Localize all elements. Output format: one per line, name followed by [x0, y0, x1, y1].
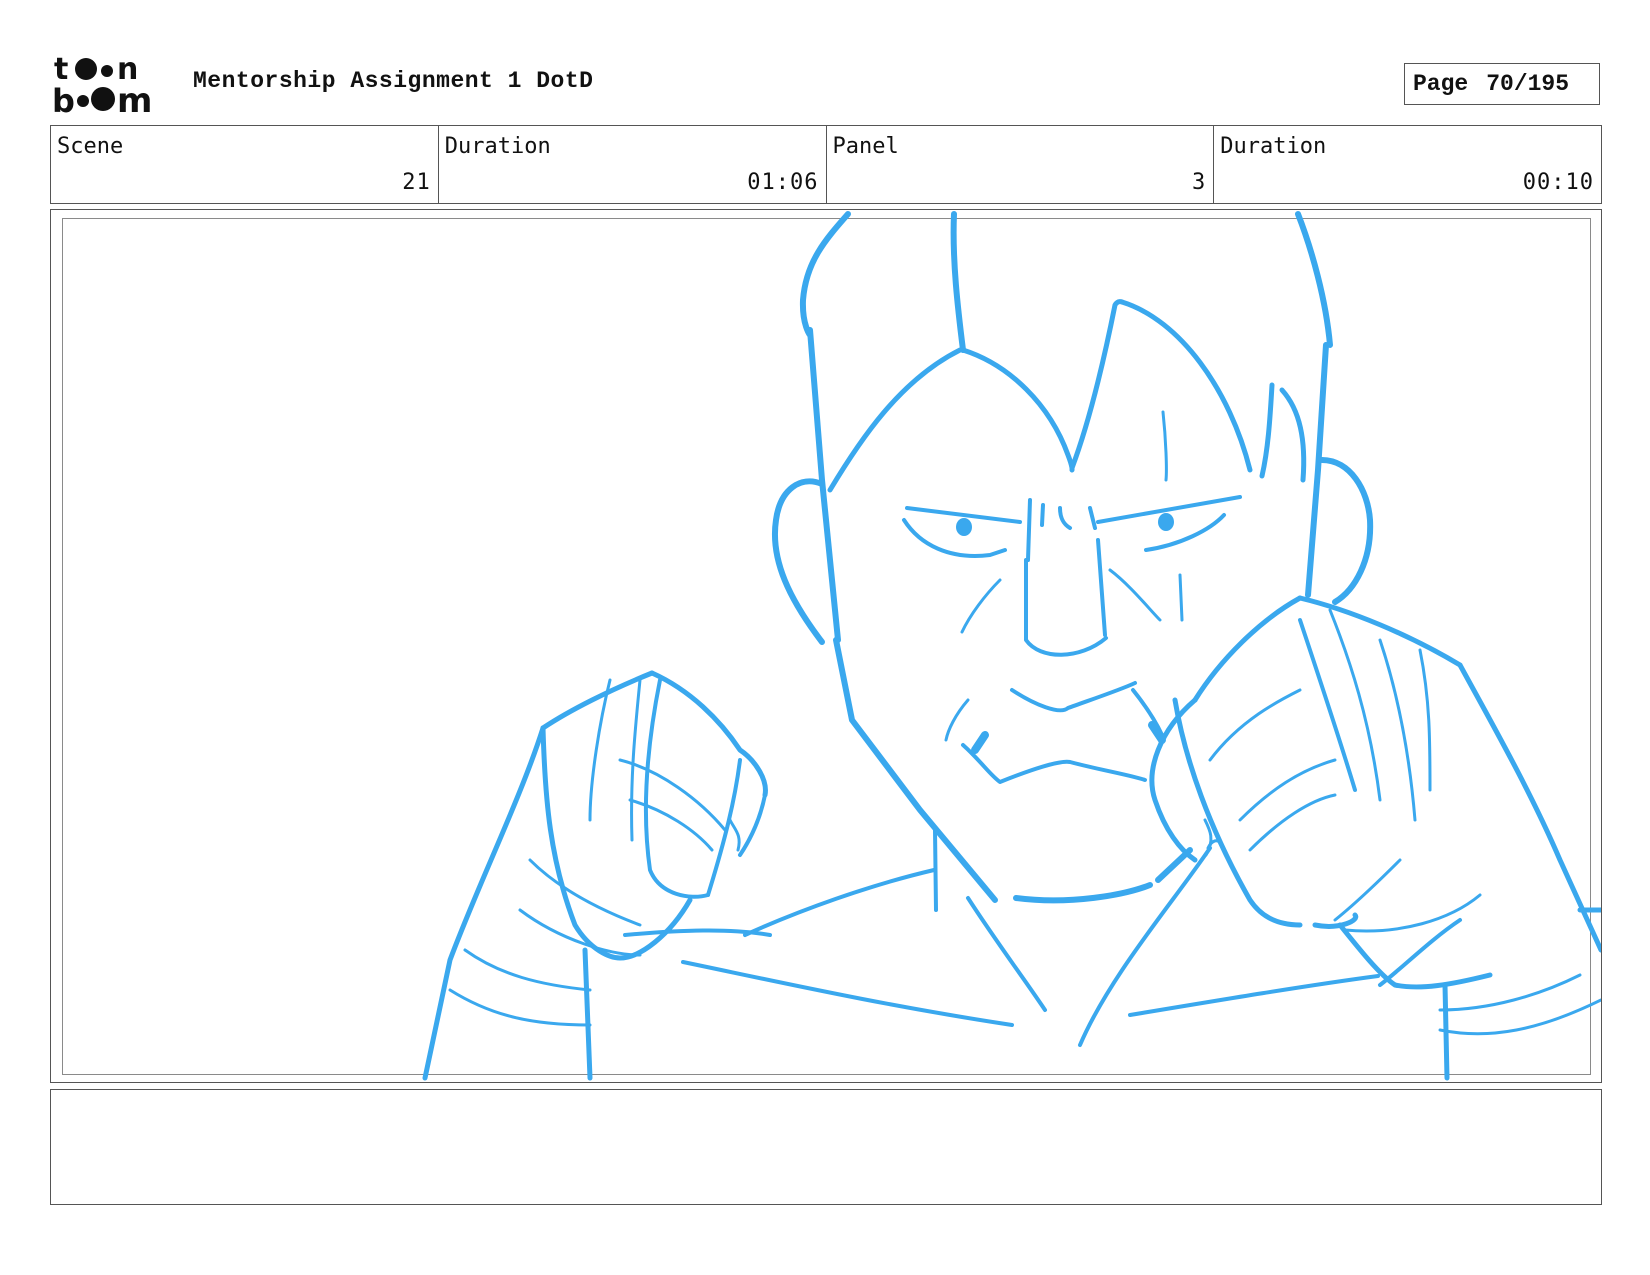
sketch-face: [902, 495, 1242, 784]
sketch-head: [772, 211, 1374, 904]
sketch-left-fist: [422, 670, 772, 1081]
sketch-right-fist: [1149, 595, 1601, 1081]
sketch-collar: [681, 828, 1380, 1047]
panel-notes-box: [50, 1089, 1602, 1205]
storyboard-sketch: [422, 211, 1601, 1081]
sketch-hair: [827, 299, 1307, 493]
